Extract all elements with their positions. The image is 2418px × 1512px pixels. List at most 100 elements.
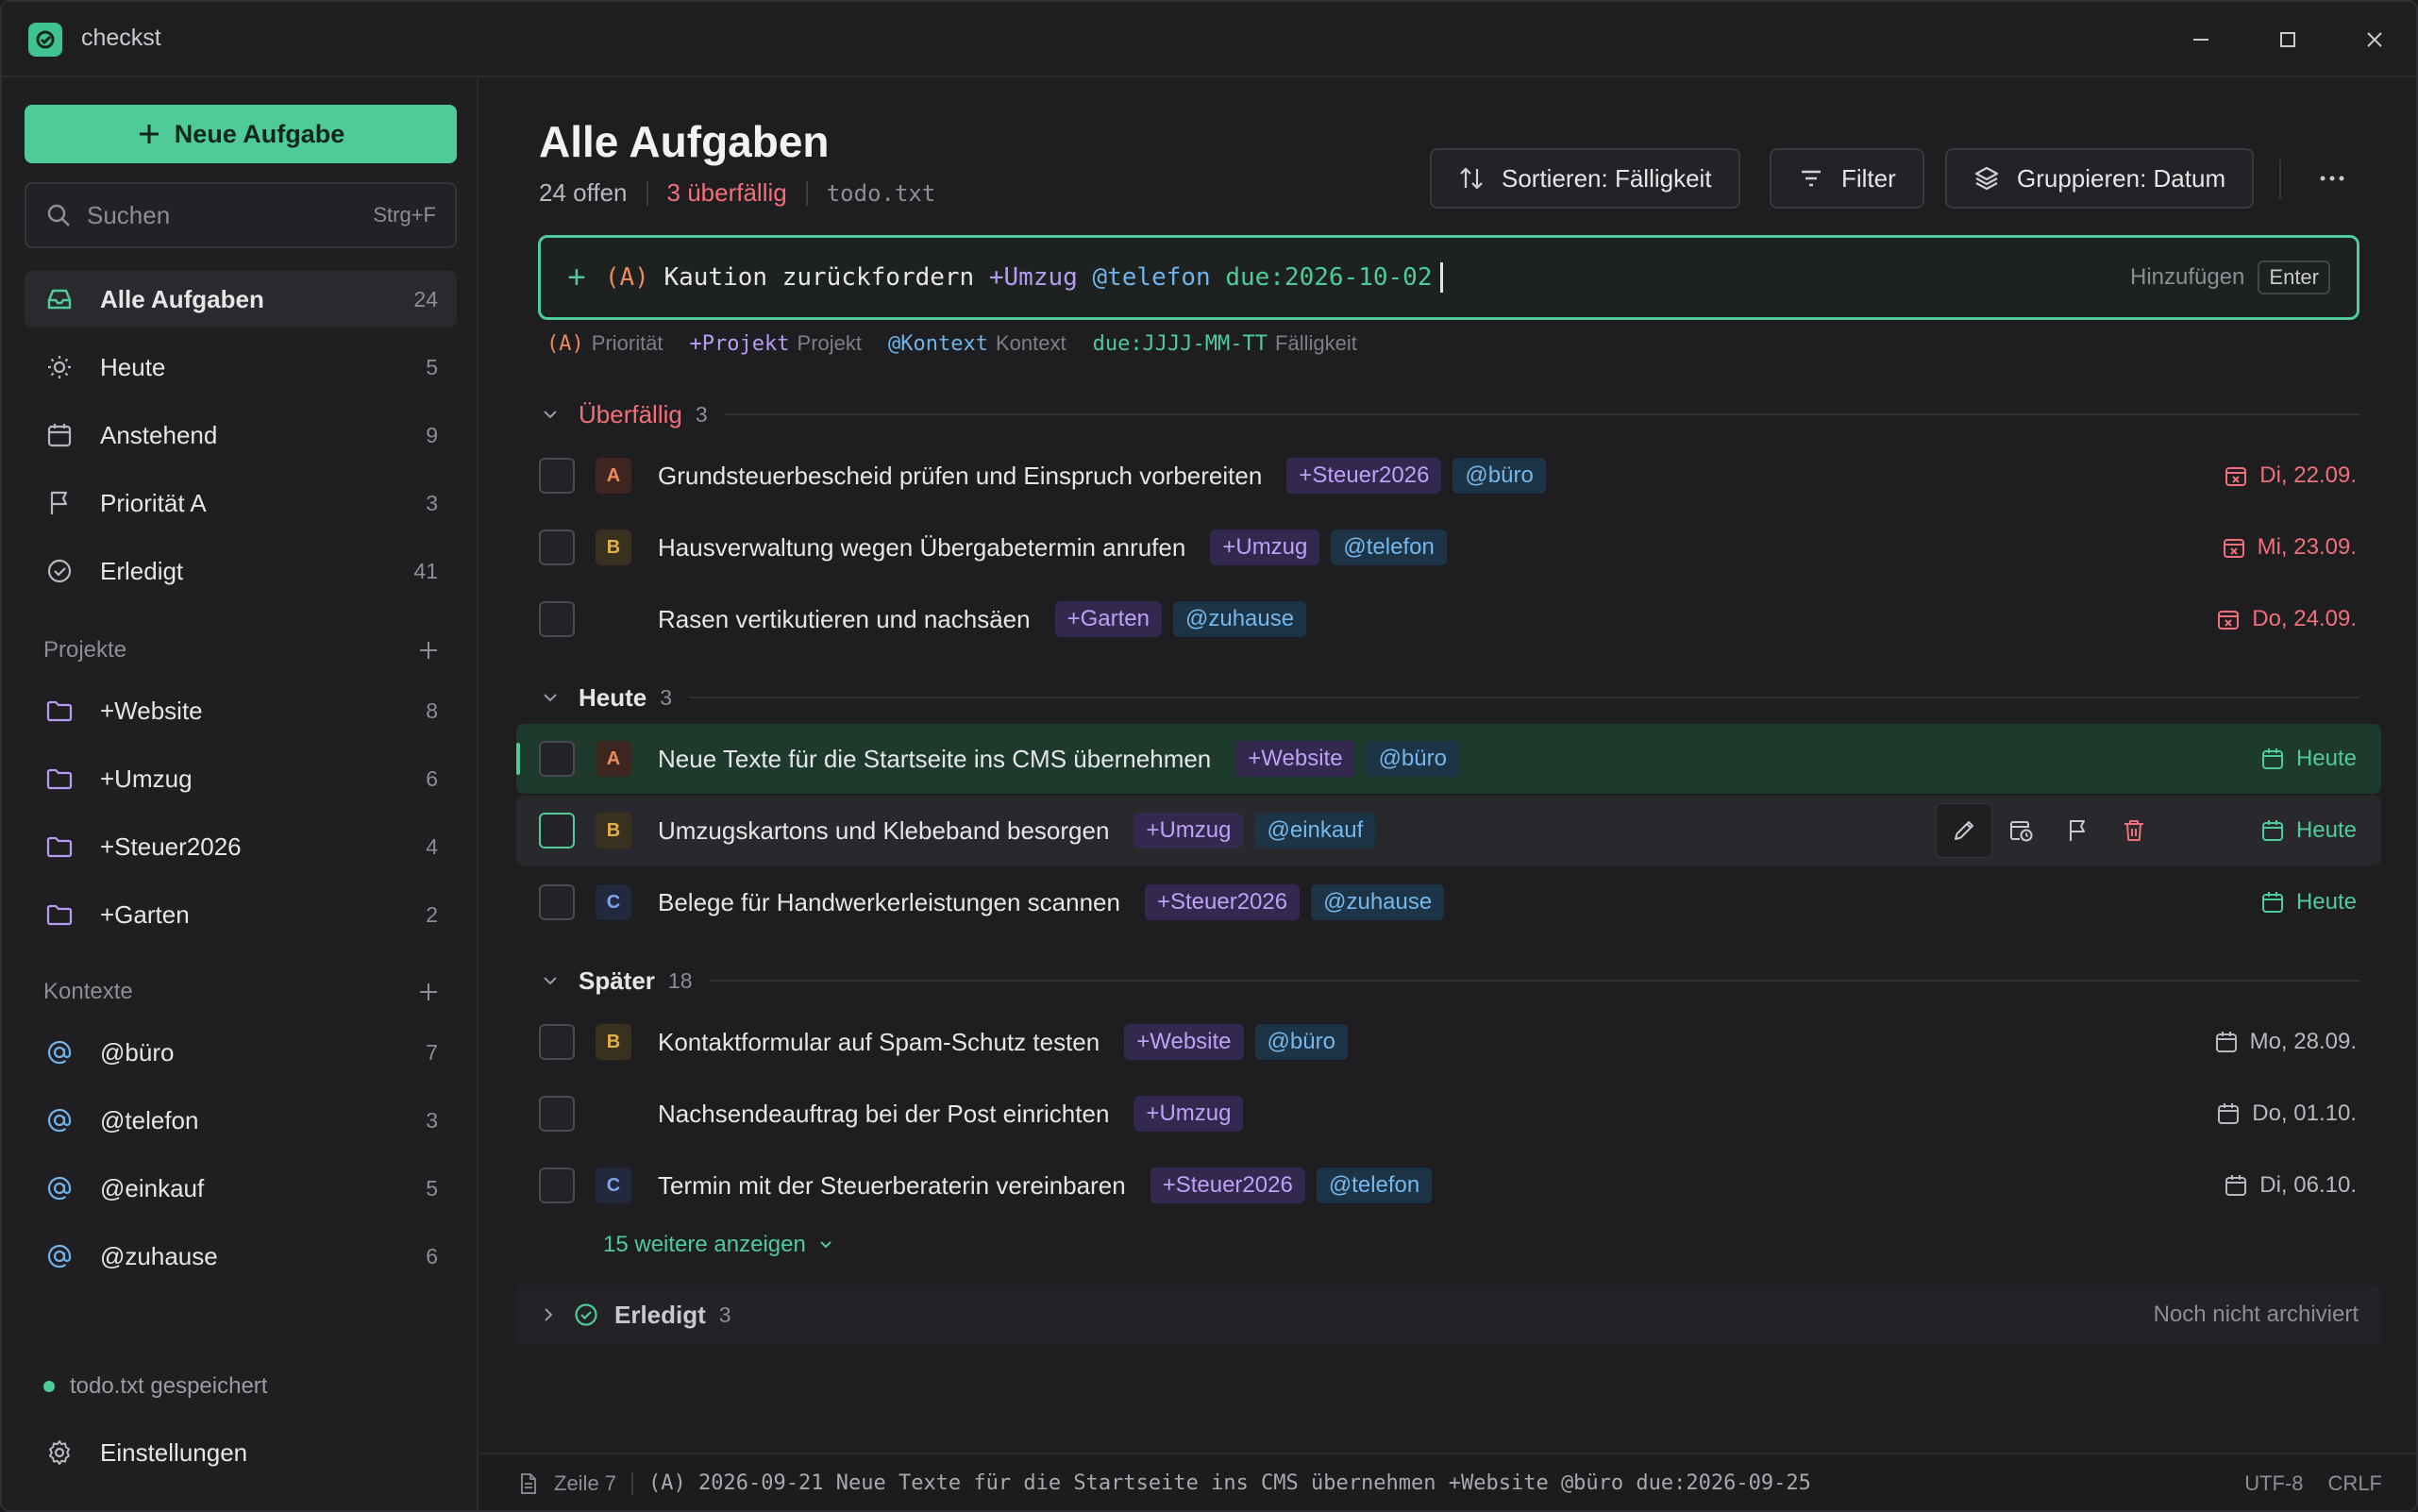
show-more-link[interactable]: 15 weitere anzeigen <box>603 1232 834 1258</box>
search-input[interactable]: Suchen Strg+F <box>25 182 457 248</box>
project-item-website[interactable]: +Website 8 <box>25 682 457 739</box>
edit-button[interactable] <box>1936 803 1992 858</box>
set-priority-button[interactable] <box>2049 803 2106 858</box>
due-date: Heute <box>2260 889 2357 916</box>
project-tag[interactable]: +Garten <box>1054 601 1162 637</box>
line-ending[interactable]: CRLF <box>2328 1471 2382 1496</box>
context-tag[interactable]: @büro <box>1366 741 1459 777</box>
group-button[interactable]: Gruppieren: Datum <box>1945 148 2255 209</box>
project-tag[interactable]: +Steuer2026 <box>1150 1168 1305 1203</box>
context-tag[interactable]: @zuhause <box>1311 884 1445 920</box>
project-item-garten[interactable]: +Garten 2 <box>25 886 457 943</box>
reschedule-button[interactable] <box>1992 803 2049 858</box>
project-tag[interactable]: +Website <box>1235 741 1355 777</box>
task-row[interactable]: A Grundsteuerbescheid prüfen und Einspru… <box>516 441 2381 511</box>
context-item-zuhause[interactable]: @zuhause 6 <box>25 1228 457 1285</box>
context-item-einkauf[interactable]: @einkauf 5 <box>25 1160 457 1217</box>
task-row-selected[interactable]: A Neue Texte für die Startseite ins CMS … <box>516 724 2381 794</box>
project-tag[interactable]: +Umzug <box>1210 529 1320 565</box>
task-row[interactable]: C Belege für Handwerkerleistungen scanne… <box>516 867 2381 937</box>
minimize-button[interactable] <box>2173 17 2229 62</box>
due-label: Do, 24.09. <box>2252 606 2357 631</box>
add-project-icon[interactable] <box>417 639 440 662</box>
quick-add-input[interactable]: + (A) Kaution zurückfordern +Umzug @tele… <box>538 235 2359 320</box>
nav-count: 9 <box>426 422 438 447</box>
context-tag[interactable]: @telefon <box>1316 1168 1433 1203</box>
task-row[interactable]: C Termin mit der Steuerberaterin vereinb… <box>516 1151 2381 1220</box>
add-context-icon[interactable] <box>417 981 440 1003</box>
close-button[interactable] <box>2346 17 2403 62</box>
folder-icon <box>43 695 76 727</box>
task-row[interactable]: B Hausverwaltung wegen Übergabetermin an… <box>516 512 2381 582</box>
group-header-overdue[interactable]: Überfällig 3 <box>539 395 2360 433</box>
project-label: +Website <box>100 696 203 725</box>
summary-line: 24 offen 3 überfällig todo.txt <box>539 178 935 208</box>
delete-button[interactable] <box>2106 803 2162 858</box>
priority-badge: B <box>596 529 631 565</box>
filter-icon <box>1802 170 1821 187</box>
nav-priority-a[interactable]: Priorität A 3 <box>25 475 457 531</box>
project-label: +Garten <box>100 899 190 929</box>
context-count: 7 <box>426 1039 438 1065</box>
group-header-today[interactable]: Heute 3 <box>539 679 2360 716</box>
filter-button[interactable]: Filter <box>1770 148 1924 209</box>
task-checkbox[interactable] <box>539 813 575 848</box>
settings-button[interactable]: Einstellungen <box>25 1424 457 1481</box>
context-tag[interactable]: @büro <box>1452 458 1546 494</box>
app-window: checkst Neue Aufgabe Suchen Strg+F Alle … <box>0 0 2418 1512</box>
done-group-header[interactable]: Erledigt 3 Noch nicht archiviert <box>516 1285 2381 1345</box>
project-item-steuer2026[interactable]: +Steuer2026 4 <box>25 818 457 875</box>
task-row[interactable]: Nachsendeauftrag bei der Post einrichten… <box>516 1079 2381 1149</box>
more-options-button[interactable] <box>2304 156 2360 201</box>
task-checkbox[interactable] <box>539 458 575 494</box>
calendar-overdue-icon <box>2225 467 2247 486</box>
context-tag[interactable]: @zuhause <box>1172 601 1307 637</box>
project-tag[interactable]: +Steuer2026 <box>1286 458 1442 494</box>
chevron-down-icon <box>539 971 562 990</box>
group-count: 3 <box>695 401 708 427</box>
nav-all-tasks[interactable]: Alle Aufgaben 24 <box>25 271 457 328</box>
group-divider <box>689 697 2360 698</box>
task-checkbox[interactable] <box>539 1168 575 1203</box>
new-task-button[interactable]: Neue Aufgabe <box>25 105 457 163</box>
context-item-buero[interactable]: @büro 7 <box>25 1024 457 1081</box>
task-checkbox[interactable] <box>539 1024 575 1060</box>
qa-task-text: Kaution zurückfordern <box>663 263 975 292</box>
task-checkbox[interactable] <box>539 601 575 637</box>
task-checkbox[interactable] <box>539 1096 575 1132</box>
task-row[interactable]: Rasen vertikutieren und nachsäen +Garten… <box>516 584 2381 654</box>
task-checkbox[interactable] <box>539 884 575 920</box>
check-circle-icon <box>43 555 76 587</box>
encoding[interactable]: UTF-8 <box>2244 1471 2303 1496</box>
due-date: Do, 24.09. <box>2216 606 2357 632</box>
context-tag[interactable]: @einkauf <box>1254 813 1376 848</box>
context-label: @büro <box>100 1037 175 1067</box>
project-tag[interactable]: +Website <box>1124 1024 1244 1060</box>
nav-upcoming[interactable]: Anstehend 9 <box>25 407 457 463</box>
project-tag[interactable]: +Steuer2026 <box>1144 884 1301 920</box>
task-row-hovered[interactable]: B Umzugskartons und Klebeband besorgen +… <box>516 796 2381 865</box>
enter-key-badge: Enter <box>2258 260 2330 294</box>
context-tag[interactable]: @telefon <box>1331 529 1447 565</box>
nav-today[interactable]: Heute 5 <box>25 339 457 395</box>
nav-label: Heute <box>100 352 166 381</box>
context-item-telefon[interactable]: @telefon 3 <box>25 1092 457 1149</box>
nav-done[interactable]: Erledigt 41 <box>25 543 457 599</box>
task-row[interactable]: B Kontaktformular auf Spam-Schutz testen… <box>516 1007 2381 1077</box>
calendar-clock-icon <box>2010 821 2033 842</box>
plus-icon <box>139 125 159 143</box>
group-header-later[interactable]: Später 18 <box>539 962 2360 1000</box>
sort-label: Sortieren: Fälligkeit <box>1502 163 1712 193</box>
sort-button[interactable]: Sortieren: Fälligkeit <box>1430 148 1740 209</box>
task-checkbox[interactable] <box>539 529 575 565</box>
due-date: Di, 22.09. <box>2224 462 2357 489</box>
sidebar: Neue Aufgabe Suchen Strg+F Alle Aufgaben… <box>2 78 479 1510</box>
maximize-button[interactable] <box>2259 17 2316 62</box>
task-checkbox[interactable] <box>539 741 575 777</box>
project-item-umzug[interactable]: +Umzug 6 <box>25 750 457 807</box>
context-tag[interactable]: @büro <box>1254 1024 1348 1060</box>
at-sign-icon <box>43 1036 76 1068</box>
syntax-legend: (A) Priorität +Projekt Projekt @Kontext Kon… <box>546 331 1384 356</box>
project-tag[interactable]: +Umzug <box>1133 813 1244 848</box>
project-tag[interactable]: +Umzug <box>1133 1096 1244 1132</box>
